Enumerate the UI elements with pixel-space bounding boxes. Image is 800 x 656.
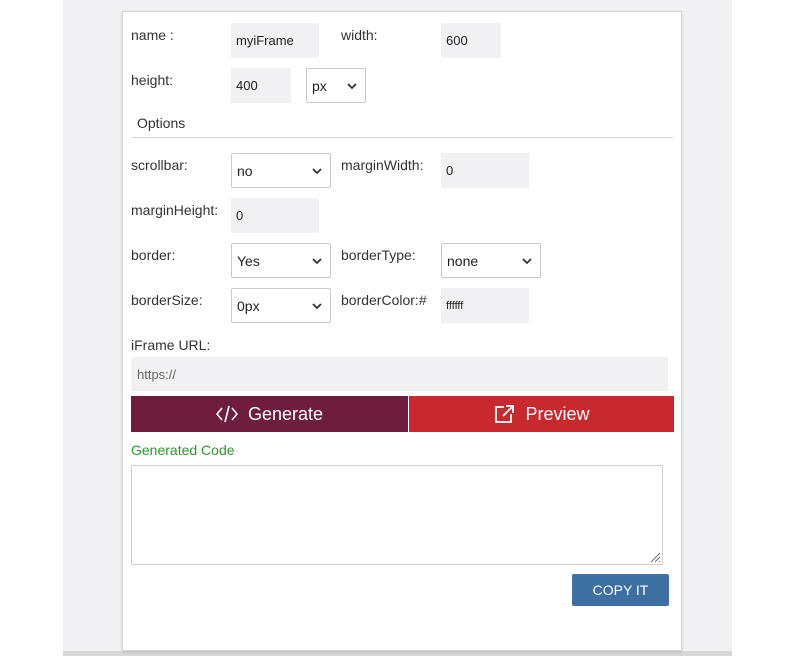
generate-button[interactable]: Generate <box>131 396 408 432</box>
marginwidth-label: marginWidth: <box>341 157 424 173</box>
options-divider <box>131 137 673 138</box>
unit-select-value: px <box>312 77 327 94</box>
marginheight-label: marginHeight: <box>131 202 219 218</box>
chevron-down-icon <box>312 257 322 264</box>
chevron-down-icon <box>347 82 357 89</box>
resize-handle-icon[interactable] <box>648 550 661 563</box>
code-icon <box>215 405 238 423</box>
width-label: width: <box>341 27 378 43</box>
chevron-down-icon <box>312 167 322 174</box>
width-input[interactable]: 600 <box>441 23 501 58</box>
bordercolor-input[interactable]: ffffff <box>441 288 529 323</box>
border-select[interactable]: Yes <box>231 243 331 278</box>
scrollbar-label: scrollbar: <box>131 157 188 173</box>
preview-button-label: Preview <box>525 403 590 424</box>
height-input[interactable]: 400 <box>231 68 291 103</box>
generated-code-label: Generated Code <box>131 442 235 458</box>
bottom-border <box>63 651 732 656</box>
border-label: border: <box>131 247 176 263</box>
name-input[interactable]: myiFrame <box>231 23 319 58</box>
bordercolor-label: borderColor:# <box>341 292 427 308</box>
external-link-icon <box>495 405 515 423</box>
url-input[interactable]: https:// <box>131 357 668 391</box>
scrollbar-select-value: no <box>237 162 253 179</box>
bordertype-label: borderType: <box>341 247 416 263</box>
name-label: name : <box>131 27 174 43</box>
bordersize-select-value: 0px <box>237 297 260 314</box>
url-label: iFrame URL: <box>131 337 211 353</box>
unit-select[interactable]: px <box>306 68 366 103</box>
chevron-down-icon <box>522 257 532 264</box>
copy-button[interactable]: COPY IT <box>572 574 669 606</box>
bordersize-select[interactable]: 0px <box>231 288 331 323</box>
height-label: height: <box>131 72 174 88</box>
marginwidth-input[interactable]: 0 <box>441 153 529 188</box>
chevron-down-icon <box>312 302 322 309</box>
border-select-value: Yes <box>237 252 260 269</box>
preview-button[interactable]: Preview <box>409 396 674 432</box>
generate-button-label: Generate <box>247 403 324 424</box>
bordertype-select[interactable]: none <box>441 243 541 278</box>
generated-code-textarea[interactable] <box>131 465 663 565</box>
scrollbar-select[interactable]: no <box>231 153 331 188</box>
marginheight-input[interactable]: 0 <box>231 198 319 233</box>
bordertype-select-value: none <box>447 252 479 269</box>
iframe-generator-card: name : myiFrame width: 600 height: 400 p… <box>122 11 682 651</box>
bordersize-label: borderSize: <box>131 292 203 308</box>
options-title: Options <box>137 115 186 131</box>
